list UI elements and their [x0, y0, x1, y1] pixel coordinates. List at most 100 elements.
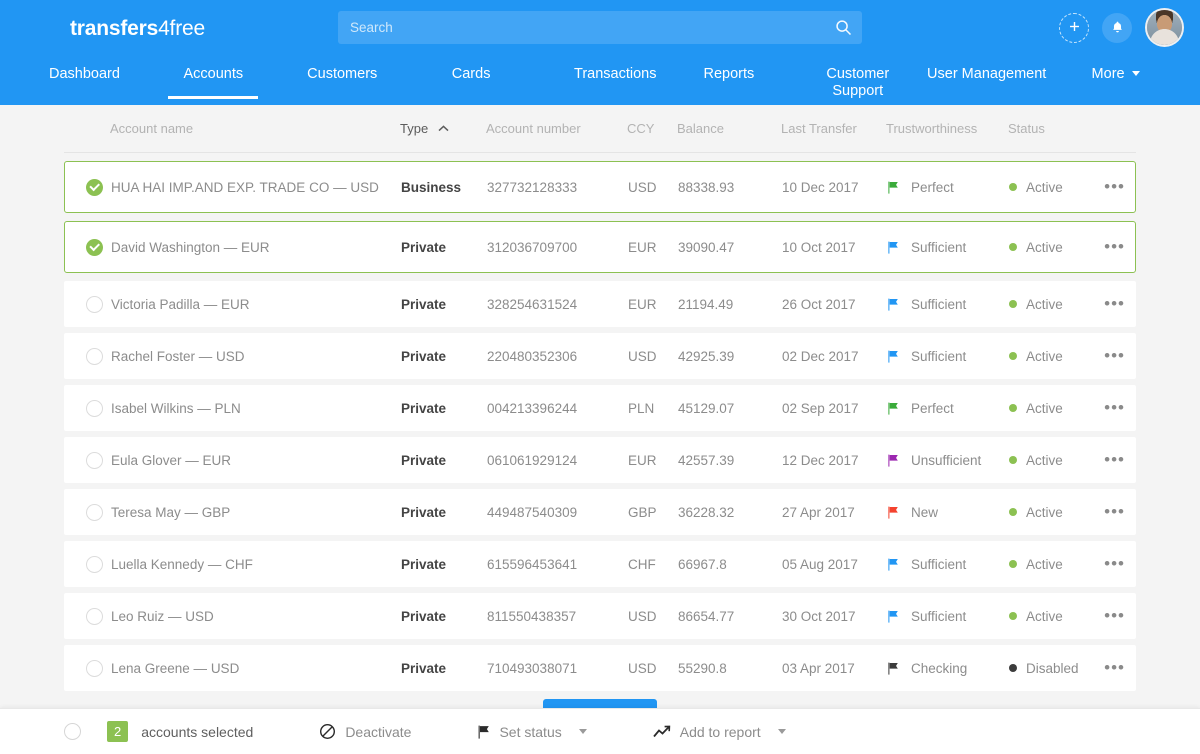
- row-more-menu-icon[interactable]: •••: [1104, 178, 1125, 195]
- row-select-cell[interactable]: [65, 238, 111, 256]
- column-header-balance[interactable]: Balance: [677, 121, 781, 136]
- table-row[interactable]: Isabel Wilkins — PLN Private 004213396244 P…: [64, 385, 1136, 431]
- select-all-checkbox[interactable]: [64, 723, 81, 740]
- row-select-cell[interactable]: [65, 503, 111, 521]
- row-more-menu-icon[interactable]: •••: [1104, 295, 1125, 312]
- row-menu-cell[interactable]: •••: [1097, 238, 1135, 255]
- nav-item-accounts[interactable]: Accounts: [149, 57, 278, 100]
- cell-last-transfer: 26 Oct 2017: [782, 296, 856, 312]
- row-menu-cell[interactable]: •••: [1097, 659, 1135, 676]
- row-menu-cell[interactable]: •••: [1097, 178, 1135, 195]
- row-select-cell[interactable]: [65, 295, 111, 313]
- row-select-cell[interactable]: [65, 607, 111, 625]
- cell-account-number: 449487540309: [487, 504, 578, 520]
- nav-item-more[interactable]: More: [1051, 57, 1180, 100]
- bell-icon[interactable]: [1102, 12, 1132, 43]
- row-checkbox-checked[interactable]: [86, 238, 103, 256]
- cell-balance: 21194.49: [678, 296, 734, 312]
- row-more-menu-icon[interactable]: •••: [1104, 659, 1125, 676]
- column-header-account-number[interactable]: Account number: [486, 121, 627, 136]
- table-row[interactable]: Eula Glover — EUR Private 061061929124 EUR 4…: [64, 437, 1136, 483]
- row-checkbox[interactable]: [86, 399, 103, 417]
- row-menu-cell[interactable]: •••: [1097, 503, 1135, 520]
- deactivate-label: Deactivate: [345, 723, 412, 740]
- set-status-button[interactable]: Set status: [477, 724, 587, 740]
- row-more-menu-icon[interactable]: •••: [1104, 451, 1125, 468]
- row-menu-cell[interactable]: •••: [1097, 555, 1135, 572]
- column-header-name[interactable]: Account name: [110, 121, 400, 136]
- main-nav: Dashboard Accounts Customers Cards Transacti…: [0, 57, 1200, 105]
- row-menu-cell[interactable]: •••: [1097, 347, 1135, 364]
- table-row[interactable]: Lena Greene — USD Private 710493038071 USD 5…: [64, 645, 1136, 691]
- trustworthiness-label: New: [911, 504, 939, 520]
- nav-item-transactions[interactable]: Transactions: [536, 57, 665, 100]
- row-menu-cell[interactable]: •••: [1097, 607, 1135, 624]
- row-checkbox[interactable]: [86, 607, 103, 625]
- selected-count-badge: 2: [107, 721, 129, 742]
- row-checkbox[interactable]: [86, 451, 103, 469]
- nav-item-customer-support[interactable]: Customer Support: [793, 57, 922, 100]
- table-body: HUA HAI IMP.AND EXP. TRADE CO — USD Busin…: [64, 161, 1136, 691]
- column-header-status[interactable]: Status: [1008, 121, 1096, 136]
- table-row[interactable]: Leo Ruiz — USD Private 811550438357 USD 8665…: [64, 593, 1136, 639]
- row-checkbox[interactable]: [86, 555, 103, 573]
- table-row[interactable]: David Washington — EUR Private 31203670970…: [64, 221, 1136, 273]
- status-dot-icon: [1009, 183, 1017, 191]
- row-more-menu-icon[interactable]: •••: [1104, 555, 1125, 572]
- search-icon[interactable]: [835, 19, 852, 36]
- nav-item-user-management[interactable]: User Management: [922, 57, 1051, 100]
- row-more-menu-icon[interactable]: •••: [1104, 238, 1125, 255]
- status-dot-icon: [1009, 404, 1017, 412]
- top-bar-actions: [1059, 8, 1184, 47]
- status-dot-icon: [1009, 456, 1017, 464]
- cell-trustworthiness: Checking: [887, 661, 1009, 676]
- nav-item-cards[interactable]: Cards: [407, 57, 536, 100]
- column-header-type[interactable]: Type: [400, 121, 486, 136]
- row-checkbox[interactable]: [86, 659, 103, 677]
- table-row[interactable]: Luella Kennedy — CHF Private 615596453641 C…: [64, 541, 1136, 587]
- row-checkbox[interactable]: [86, 347, 103, 365]
- table-row[interactable]: Teresa May — GBP Private 449487540309 GBP 36…: [64, 489, 1136, 535]
- row-checkbox[interactable]: [86, 295, 103, 313]
- row-more-menu-icon[interactable]: •••: [1104, 347, 1125, 364]
- row-select-cell[interactable]: [65, 178, 111, 196]
- status-label: Active: [1026, 296, 1063, 312]
- search-input[interactable]: [338, 11, 862, 44]
- deactivate-button[interactable]: Deactivate: [319, 723, 411, 740]
- row-menu-cell[interactable]: •••: [1097, 399, 1135, 416]
- table-row[interactable]: Victoria Padilla — EUR Private 32825463152…: [64, 281, 1136, 327]
- row-select-cell[interactable]: [65, 555, 111, 573]
- cell-type: Private: [401, 348, 447, 364]
- avatar[interactable]: [1145, 8, 1184, 47]
- accounts-table: Account name Type Account number CCY Bal…: [0, 105, 1200, 691]
- table-row[interactable]: Rachel Foster — USD Private 220480352306 US…: [64, 333, 1136, 379]
- cell-last-transfer: 02 Sep 2017: [782, 400, 859, 416]
- row-more-menu-icon[interactable]: •••: [1104, 399, 1125, 416]
- cell-account-name: Leo Ruiz — USD: [111, 608, 214, 624]
- brand-logo[interactable]: transfers4free: [70, 17, 205, 41]
- row-select-cell[interactable]: [65, 399, 111, 417]
- nav-item-reports[interactable]: Reports: [664, 57, 793, 100]
- row-menu-cell[interactable]: •••: [1097, 295, 1135, 312]
- row-checkbox-checked[interactable]: [86, 178, 103, 196]
- cell-balance: 45129.07: [678, 400, 735, 416]
- nav-item-dashboard[interactable]: Dashboard: [20, 57, 149, 100]
- row-more-menu-icon[interactable]: •••: [1104, 503, 1125, 520]
- row-select-cell[interactable]: [65, 347, 111, 365]
- search-box[interactable]: [338, 11, 862, 44]
- column-header-ccy[interactable]: CCY: [627, 121, 677, 136]
- cell-balance: 55290.8: [678, 660, 727, 676]
- row-checkbox[interactable]: [86, 503, 103, 521]
- add-to-report-button[interactable]: Add to report: [653, 724, 786, 740]
- cell-ccy: EUR: [628, 452, 657, 468]
- row-select-cell[interactable]: [65, 451, 111, 469]
- column-header-last-transfer[interactable]: Last Transfer: [781, 121, 886, 136]
- plus-icon[interactable]: [1059, 12, 1089, 43]
- table-row[interactable]: HUA HAI IMP.AND EXP. TRADE CO — USD Busin…: [64, 161, 1136, 213]
- nav-item-customers[interactable]: Customers: [278, 57, 407, 100]
- row-select-cell[interactable]: [65, 659, 111, 677]
- row-more-menu-icon[interactable]: •••: [1104, 607, 1125, 624]
- column-header-trustworthiness[interactable]: Trustworthiness: [886, 121, 1008, 136]
- row-menu-cell[interactable]: •••: [1097, 451, 1135, 468]
- flag-icon: [477, 725, 490, 739]
